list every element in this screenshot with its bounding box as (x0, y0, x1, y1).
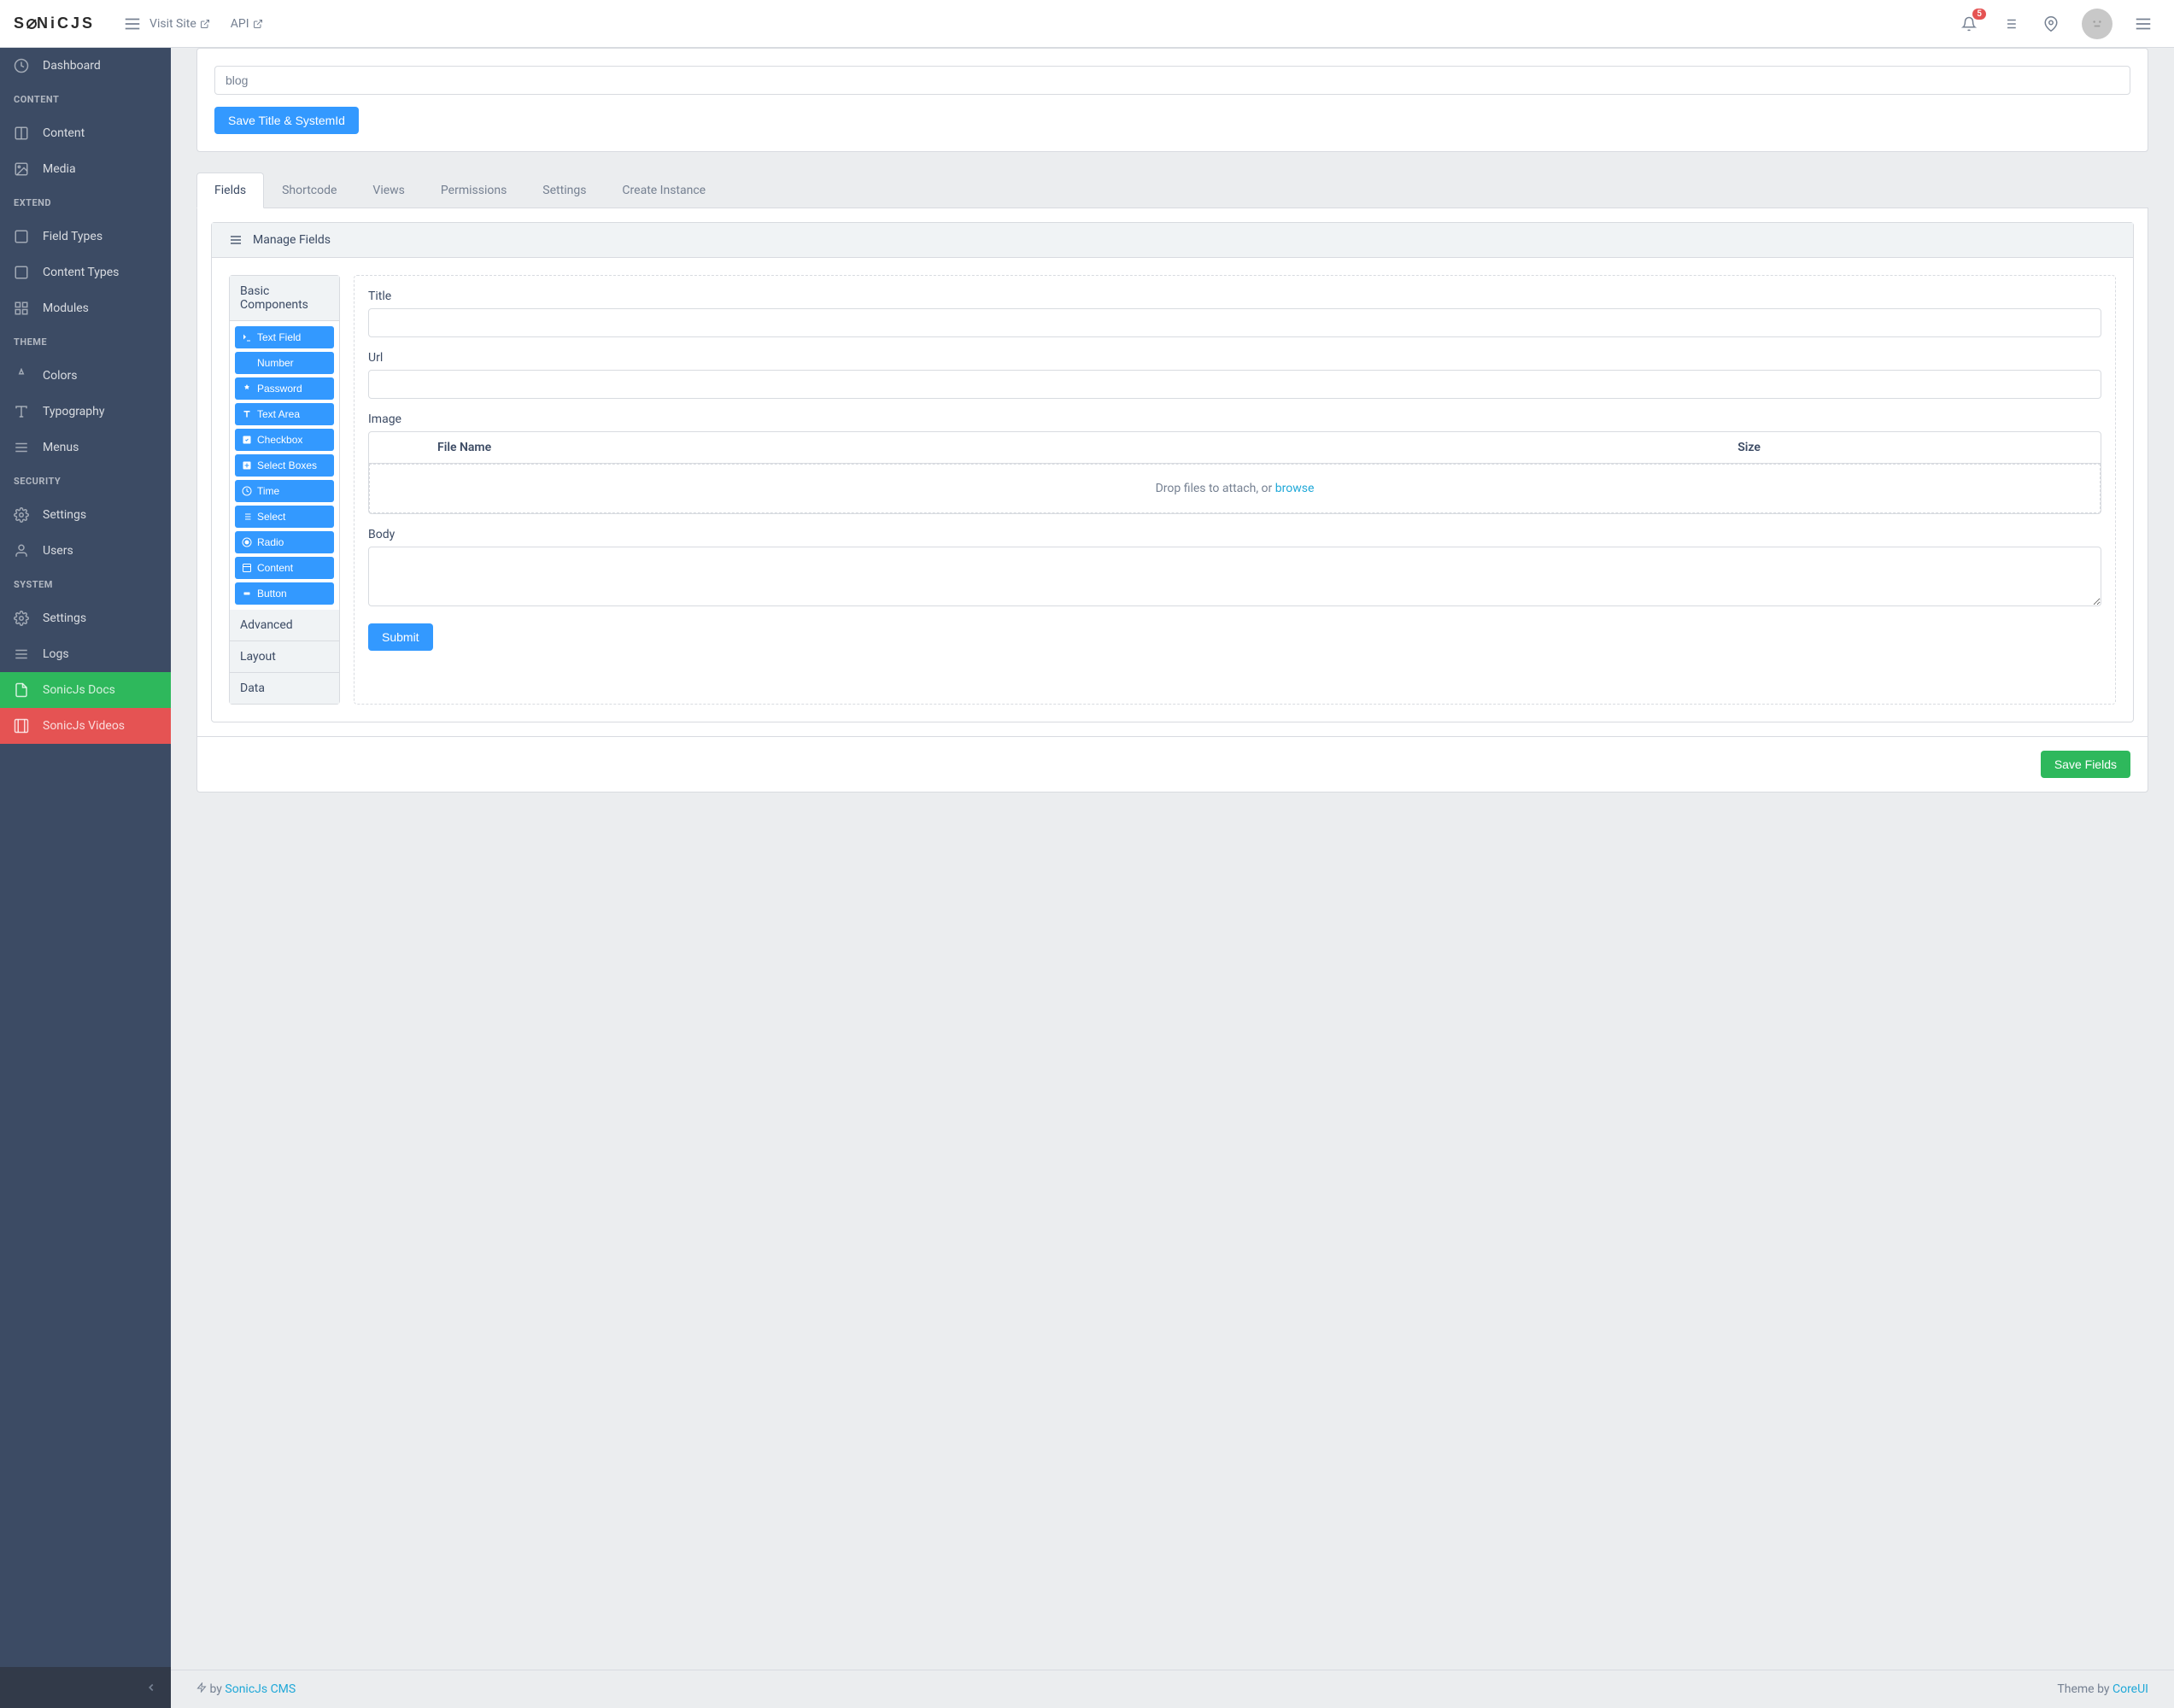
sidebar-item-menus[interactable]: Menus (0, 430, 171, 465)
sidebar-section-extend: EXTEND (0, 187, 171, 219)
sidebar-section-theme: THEME (0, 326, 171, 358)
component-text-field[interactable]: Text Field (235, 326, 334, 348)
save-fields-button[interactable]: Save Fields (2041, 751, 2130, 778)
component-time[interactable]: Time (235, 480, 334, 502)
body-label: Body (368, 528, 2101, 541)
sidebar-item-content[interactable]: Content (0, 115, 171, 151)
sidebar-item-typography[interactable]: Typography (0, 394, 171, 430)
save-title-button[interactable]: Save Title & SystemId (214, 107, 359, 134)
fields-card: Manage Fields Basic Components Text Fiel… (196, 208, 2148, 793)
main-content: Save Title & SystemId Fields Shortcode V… (171, 48, 2174, 1708)
bolt-icon (196, 1682, 207, 1693)
sidebar: Dashboard CONTENT Content Media EXTEND F… (0, 48, 171, 1708)
form-builder-area[interactable]: Title Url Image Fi (354, 275, 2116, 705)
sidebar-item-modules[interactable]: Modules (0, 290, 171, 326)
size-column: Size (1406, 441, 2092, 454)
component-select-boxes[interactable]: Select Boxes (235, 454, 334, 477)
coreui-link[interactable]: CoreUI (2112, 1682, 2148, 1696)
sidebar-item-settings[interactable]: Settings (0, 497, 171, 533)
notifications-button[interactable]: 5 (1952, 7, 1986, 41)
sidebar-collapse-button[interactable] (0, 1667, 171, 1708)
title-label: Title (368, 290, 2101, 303)
form-url-input[interactable] (368, 370, 2101, 399)
browse-link[interactable]: browse (1275, 482, 1315, 495)
sidebar-item-colors[interactable]: Colors (0, 358, 171, 394)
page-footer: by SonicJs CMS Theme by CoreUI (171, 1670, 2174, 1708)
sidebar-section-system: SYSTEM (0, 569, 171, 600)
component-text-area[interactable]: Text Area (235, 403, 334, 425)
menu-toggle-icon[interactable] (115, 7, 149, 41)
sidebar-item-media[interactable]: Media (0, 151, 171, 187)
component-content[interactable]: Content (235, 557, 334, 579)
tab-permissions[interactable]: Permissions (423, 173, 524, 208)
sidebar-item-logs[interactable]: Logs (0, 636, 171, 672)
sonicjs-link[interactable]: SonicJs CMS (225, 1682, 296, 1696)
component-button[interactable]: Button (235, 582, 334, 605)
sidebar-item-dashboard[interactable]: Dashboard (0, 48, 171, 84)
panel-group-layout[interactable]: Layout (230, 641, 339, 673)
component-select[interactable]: Select (235, 506, 334, 528)
tab-settings[interactable]: Settings (524, 173, 604, 208)
tab-fields[interactable]: Fields (196, 173, 264, 208)
right-menu-toggle-icon[interactable] (2126, 7, 2160, 41)
sidebar-item-system-settings[interactable]: Settings (0, 600, 171, 636)
component-checkbox[interactable]: Checkbox (235, 429, 334, 451)
submit-button[interactable]: Submit (368, 623, 433, 651)
panel-group-advanced[interactable]: Advanced (230, 610, 339, 641)
sidebar-item-docs[interactable]: SonicJs Docs (0, 672, 171, 708)
tabs: Fields Shortcode Views Permissions Setti… (196, 173, 2148, 208)
visit-site-link[interactable]: Visit Site (149, 17, 210, 31)
component-radio[interactable]: Radio (235, 531, 334, 553)
card-footer: Save Fields (197, 736, 2148, 792)
user-avatar[interactable] (2082, 9, 2112, 39)
sidebar-section-content: CONTENT (0, 84, 171, 115)
components-panel: Basic Components Text Field Number Passw… (229, 275, 340, 705)
panel-group-basic[interactable]: Basic Components (230, 276, 339, 321)
sidebar-item-videos[interactable]: SonicJs Videos (0, 708, 171, 744)
sidebar-section-security: SECURITY (0, 465, 171, 497)
top-header: SNiCJS Visit Site API 5 (0, 0, 2174, 48)
location-icon[interactable] (2034, 7, 2068, 41)
list-icon (229, 233, 243, 247)
sidebar-item-users[interactable]: Users (0, 533, 171, 569)
title-card: Save Title & SystemId (196, 48, 2148, 152)
panel-group-data[interactable]: Data (230, 673, 339, 704)
api-link[interactable]: API (231, 17, 263, 31)
file-dropzone[interactable]: Drop files to attach, or browse (369, 464, 2101, 513)
sidebar-item-content-types[interactable]: Content Types (0, 254, 171, 290)
file-table: File Name Size Drop files to attach, or … (368, 431, 2101, 514)
tab-shortcode[interactable]: Shortcode (264, 173, 355, 208)
notification-badge: 5 (1972, 9, 1986, 20)
component-number[interactable]: Number (235, 352, 334, 374)
logo[interactable]: SNiCJS (14, 15, 95, 32)
tab-create-instance[interactable]: Create Instance (604, 173, 724, 208)
sidebar-item-field-types[interactable]: Field Types (0, 219, 171, 254)
image-label: Image (368, 412, 2101, 426)
list-icon[interactable] (1993, 7, 2027, 41)
form-title-input[interactable] (368, 308, 2101, 337)
tab-views[interactable]: Views (355, 173, 423, 208)
component-password[interactable]: Password (235, 377, 334, 400)
title-input[interactable] (214, 66, 2130, 95)
file-name-column: File Name (378, 441, 1406, 454)
form-body-textarea[interactable] (368, 547, 2101, 606)
url-label: Url (368, 351, 2101, 365)
manage-fields-header: Manage Fields (212, 223, 2133, 258)
